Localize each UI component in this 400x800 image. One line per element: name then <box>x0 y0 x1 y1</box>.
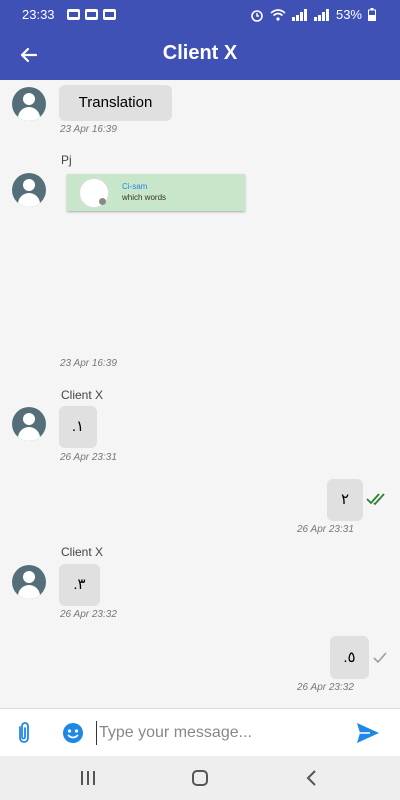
contact-card[interactable]: Ci-sam which words <box>67 174 245 211</box>
wifi-icon <box>270 9 286 21</box>
nav-recents-icon[interactable] <box>76 768 100 788</box>
message-bubble-outgoing[interactable]: .٥ <box>330 636 369 679</box>
avatar-icon <box>12 407 46 441</box>
contact-subtitle: which words <box>122 193 167 202</box>
message-bubble[interactable]: .١ <box>59 406 97 448</box>
avatar-icon <box>12 87 46 121</box>
sender-name: Client X <box>61 545 104 559</box>
message-list[interactable]: Translation 23 Apr 16:39 Pj Ci-sam which… <box>0 80 400 708</box>
double-check-icon <box>366 493 385 506</box>
signal-icon <box>313 8 330 21</box>
message-bubble-outgoing[interactable]: ٢ <box>327 479 363 521</box>
signal-icon <box>291 8 308 21</box>
status-icons: 53% <box>250 7 376 22</box>
attach-icon[interactable] <box>14 721 34 745</box>
message-bubble[interactable]: Translation <box>59 85 172 121</box>
chat-title: Client X <box>162 42 238 64</box>
app-bar: Client X <box>0 30 400 80</box>
message-timestamp: 26 Apr 23:31 <box>60 452 117 463</box>
battery-percent: 53% <box>335 7 362 22</box>
notification-icon <box>67 9 80 20</box>
sender-name: Pj <box>61 153 72 167</box>
check-icon <box>373 652 387 664</box>
sender-name: Client X <box>61 388 104 402</box>
message-bubble[interactable]: .٣ <box>59 564 100 606</box>
message-timestamp: 26 Apr 23:32 <box>297 682 354 693</box>
composer-bar <box>0 708 400 757</box>
avatar-icon <box>12 173 46 207</box>
avatar-icon <box>12 565 46 599</box>
status-dot <box>99 198 106 205</box>
contact-name: Ci-sam <box>122 182 148 191</box>
nav-back-icon[interactable] <box>300 768 324 788</box>
alarm-icon <box>251 9 263 22</box>
status-bar: 23:33 53% <box>0 0 400 30</box>
message-timestamp: 23 Apr 16:39 <box>60 358 117 369</box>
message-timestamp: 23 Apr 16:39 <box>60 124 117 135</box>
notification-icon <box>85 9 98 20</box>
system-nav-bar <box>0 756 400 800</box>
message-timestamp: 26 Apr 23:32 <box>60 609 117 620</box>
notification-icon <box>103 9 116 20</box>
status-time: 23:33 <box>22 7 55 22</box>
nav-home-icon[interactable] <box>188 768 212 788</box>
message-input[interactable] <box>96 721 339 745</box>
battery-icon <box>368 8 376 21</box>
emoji-icon[interactable] <box>62 722 84 744</box>
message-timestamp: 26 Apr 23:31 <box>297 524 354 535</box>
send-icon[interactable] <box>356 722 380 744</box>
